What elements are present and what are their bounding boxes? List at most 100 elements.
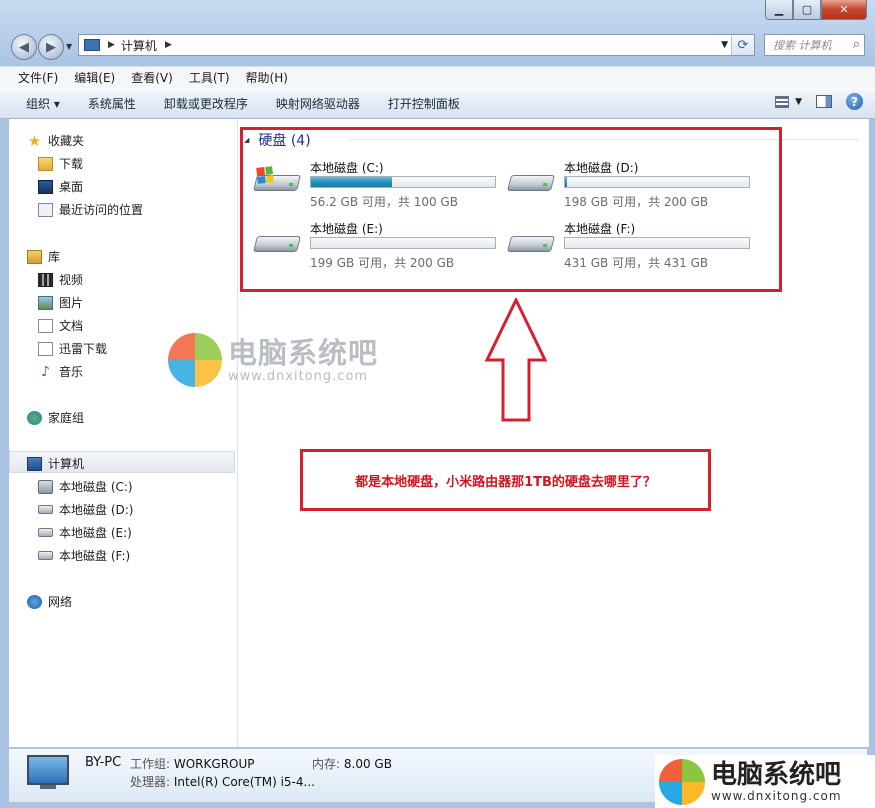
map-network-drive-button[interactable]: 映射网络驱动器 (262, 95, 374, 112)
sidebar-label: 收藏夹 (48, 134, 85, 148)
maximize-button[interactable]: ▢ (793, 0, 821, 20)
watermark-corner: 电脑系统吧 www.dnxitong.com (655, 755, 875, 808)
drive-icon (38, 551, 53, 560)
sidebar-item-recent-places[interactable]: 最近访问的位置 (38, 201, 143, 218)
sidebar-label: 本地磁盘 (C:) (59, 480, 133, 494)
help-icon[interactable]: ? (846, 93, 863, 110)
computer-icon (27, 456, 42, 471)
memory-value: 8.00 GB (343, 757, 392, 771)
search-icon[interactable]: ⌕ (853, 37, 860, 52)
address-dropdown-icon[interactable]: ▼ (721, 40, 728, 50)
breadcrumb-separator-icon[interactable]: ▶ (108, 40, 115, 50)
workgroup-value: WORKGROUP (173, 757, 255, 771)
sidebar-item-documents[interactable]: 文档 (38, 317, 83, 334)
computer-icon (84, 39, 100, 51)
sidebar-item-pictures[interactable]: 图片 (38, 294, 83, 311)
breadcrumb-computer[interactable]: 计算机 (121, 37, 157, 54)
cpu-label: 处理器: (130, 775, 171, 789)
sidebar-label: 迅雷下载 (59, 342, 108, 356)
annotation-callout-text: 都是本地硬盘，小米路由器那1TB的硬盘去哪里了？ (355, 474, 656, 490)
minimize-button[interactable]: ▁ (765, 0, 793, 20)
cpu-value: Intel(R) Core(TM) i5-4... (173, 775, 315, 789)
change-view-button[interactable]: ▼ (775, 95, 802, 108)
address-bar[interactable]: ▶ 计算机 ▶ ▼ ⟳ (78, 34, 755, 56)
sidebar-label: 计算机 (48, 457, 85, 471)
homegroup-icon (27, 410, 42, 425)
navigation-row: ◀ ▶ ▼ ▶ 计算机 ▶ ▼ ⟳ 搜索 计算机 ⌕ (0, 30, 875, 62)
watermark-corner-url: www.dnxitong.com (711, 788, 842, 803)
sidebar-item-drive-d[interactable]: 本地磁盘 (D:) (38, 501, 133, 518)
sidebar-item-drive-e[interactable]: 本地磁盘 (E:) (38, 524, 132, 541)
sidebar-item-network[interactable]: 网络 (27, 593, 72, 610)
sidebar-label: 桌面 (59, 180, 84, 194)
sidebar-label: 本地磁盘 (D:) (59, 503, 134, 517)
network-icon (27, 594, 42, 609)
view-dropdown-icon[interactable]: ▼ (795, 97, 802, 107)
sidebar-item-drive-f[interactable]: 本地磁盘 (F:) (38, 547, 130, 564)
watermark-center: 电脑系统吧 www.dnxitong.com (168, 333, 378, 387)
monitor-stand (40, 785, 56, 789)
documents-icon (38, 318, 53, 333)
sidebar-label: 音乐 (59, 365, 84, 379)
memory-label: 内存: (312, 757, 341, 771)
sidebar-label: 文档 (59, 319, 84, 333)
sidebar-item-downloads[interactable]: 下载 (38, 155, 83, 172)
xunlei-download-icon (38, 341, 53, 356)
watermark-corner-logo-icon (659, 758, 705, 805)
back-button[interactable]: ◀ (11, 34, 37, 60)
watermark-url: www.dnxitong.com (228, 368, 369, 384)
sidebar-item-computer[interactable]: 计算机 (27, 455, 84, 472)
command-bar: 组织 ▾ 系统属性 卸载或更改程序 映射网络驱动器 打开控制面板 ▼ ? (0, 88, 875, 119)
watermark-title: 电脑系统吧 (228, 335, 379, 370)
workgroup-info: 工作组: WORKGROUP (130, 755, 255, 772)
system-drive-icon (38, 479, 53, 494)
drive-icon (38, 528, 53, 537)
uninstall-program-button[interactable]: 卸载或更改程序 (150, 95, 262, 112)
pictures-icon (38, 295, 53, 310)
search-input[interactable]: 搜索 计算机 ⌕ (764, 34, 865, 56)
sidebar-label: 库 (48, 250, 61, 264)
desktop-icon (38, 179, 53, 194)
preview-pane-icon[interactable] (816, 95, 832, 108)
watermark-logo-icon (168, 333, 222, 387)
sidebar-item-xunlei-downloads[interactable]: 迅雷下载 (38, 340, 107, 357)
menu-bar: 文件(F) 编辑(E) 查看(V) 工具(T) 帮助(H) (0, 66, 875, 88)
sidebar-item-desktop[interactable]: 桌面 (38, 178, 83, 195)
annotation-box-question: 都是本地硬盘，小米路由器那1TB的硬盘去哪里了？ (300, 449, 711, 511)
open-control-panel-button[interactable]: 打开控制面板 (374, 95, 474, 112)
sidebar-label: 视频 (59, 273, 84, 287)
forward-button[interactable]: ▶ (38, 34, 64, 60)
computer-monitor-icon (27, 755, 69, 785)
sidebar-item-homegroup[interactable]: 家庭组 (27, 409, 84, 426)
cpu-info: 处理器: Intel(R) Core(TM) i5-4... (130, 773, 315, 790)
navigation-pane: ★ 收藏夹 下载 桌面 最近访问的位置 库 视频 图片 文档 迅雷下载 ♪ 音乐… (9, 119, 238, 747)
system-properties-button[interactable]: 系统属性 (74, 95, 150, 112)
menu-help[interactable]: 帮助(H) (228, 69, 296, 86)
downloads-folder-icon (38, 156, 53, 171)
drive-icon (38, 505, 53, 514)
sidebar-item-music[interactable]: ♪ 音乐 (38, 363, 83, 380)
sidebar-item-videos[interactable]: 视频 (38, 271, 83, 288)
sidebar-label: 本地磁盘 (F:) (59, 549, 131, 563)
pc-name: BY-PC (85, 755, 122, 770)
view-controls: ▼ ? (775, 93, 863, 110)
search-placeholder: 搜索 计算机 (773, 39, 832, 52)
close-button[interactable]: ✕ (821, 0, 867, 20)
sidebar-item-drive-c[interactable]: 本地磁盘 (C:) (38, 478, 133, 495)
breadcrumb-separator-icon[interactable]: ▶ (165, 40, 172, 50)
refresh-icon[interactable]: ⟳ (731, 35, 754, 55)
sidebar-item-favorites[interactable]: ★ 收藏夹 (27, 132, 84, 149)
sidebar-label: 家庭组 (48, 411, 85, 425)
libraries-icon (27, 249, 42, 264)
annotation-up-arrow (484, 298, 548, 422)
sidebar-label: 下载 (59, 157, 84, 171)
organize-button[interactable]: 组织 ▾ (0, 95, 74, 112)
watermark-corner-title: 电脑系统吧 (711, 759, 842, 790)
sidebar-label: 网络 (48, 595, 73, 609)
music-note-icon: ♪ (41, 363, 50, 380)
workgroup-label: 工作组: (130, 757, 171, 771)
sidebar-label: 本地磁盘 (E:) (59, 526, 132, 540)
recent-pages-dropdown[interactable]: ▼ (66, 42, 72, 51)
explorer-window: ▁ ▢ ✕ ◀ ▶ ▼ ▶ 计算机 ▶ ▼ ⟳ 搜索 计算机 ⌕ 文件(F) 编… (0, 0, 875, 808)
sidebar-item-libraries[interactable]: 库 (27, 248, 60, 265)
